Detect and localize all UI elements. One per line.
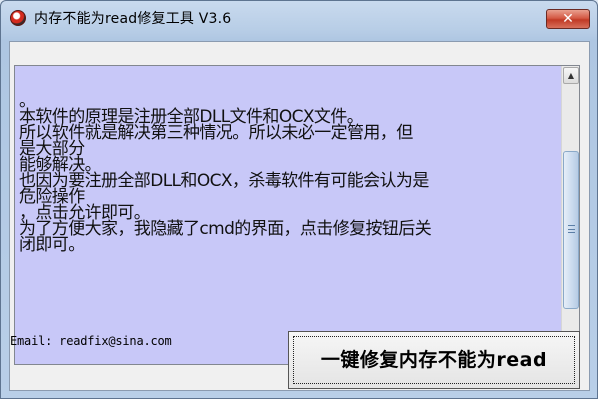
main-window: 内存不能为read修复工具 V3.6 ✕ 。 本软件的原理是注册全部DLL文件和… (0, 0, 598, 399)
vertical-scrollbar[interactable]: ▲ ▼ (561, 66, 579, 364)
info-text: 。 本软件的原理是注册全部DLL文件和OCX文件。 所以软件就是解决第三种情况。… (19, 93, 559, 255)
scroll-thumb[interactable] (563, 151, 579, 309)
grip-icon (568, 225, 575, 233)
app-icon (10, 10, 26, 26)
close-button[interactable]: ✕ (546, 9, 590, 29)
info-line: 所以软件就是解决第三种情况。所以未必一定管用，但 (19, 123, 413, 143)
info-textbox[interactable]: 。 本软件的原理是注册全部DLL文件和OCX文件。 所以软件就是解决第三种情况。… (14, 65, 580, 365)
client-area: 。 本软件的原理是注册全部DLL文件和OCX文件。 所以软件就是解决第三种情况。… (9, 41, 590, 391)
email-label: Email: readfix@sina.com (10, 334, 172, 348)
scroll-up-button[interactable]: ▲ (563, 67, 579, 84)
info-line: 闭即可。 (19, 235, 85, 255)
info-line: 也因为要注册全部DLL和OCX，杀毒软件有可能会认为是 (19, 171, 429, 191)
info-line: 为了方便大家，我隐藏了cmd的界面，点击修复按钮后关 (19, 219, 432, 239)
title-bar[interactable]: 内存不能为read修复工具 V3.6 ✕ (1, 1, 597, 33)
repair-button[interactable]: 一键修复内存不能为read (288, 331, 580, 389)
window-title: 内存不能为read修复工具 V3.6 (34, 11, 232, 27)
